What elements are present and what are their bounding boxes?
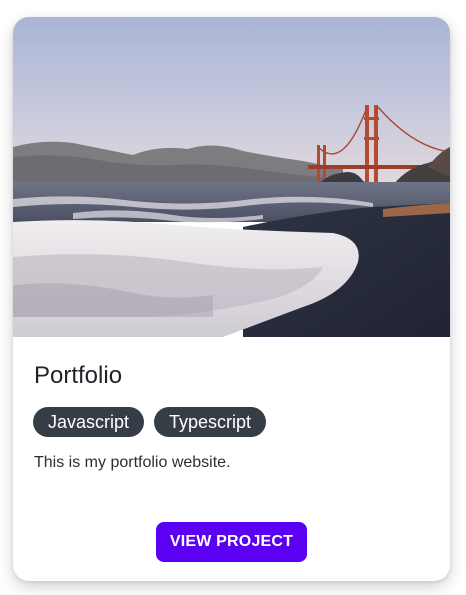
tag-list: Javascript Typescript bbox=[33, 407, 267, 437]
card-description: This is my portfolio website. bbox=[34, 454, 231, 471]
tag-typescript: Typescript bbox=[154, 407, 267, 437]
project-image bbox=[13, 17, 450, 337]
tag-javascript: Javascript bbox=[33, 407, 145, 437]
card-title: Portfolio bbox=[34, 362, 123, 389]
view-project-button[interactable]: VIEW PROJECT bbox=[156, 522, 307, 562]
project-card: Portfolio Javascript Typescript This is … bbox=[13, 17, 450, 581]
